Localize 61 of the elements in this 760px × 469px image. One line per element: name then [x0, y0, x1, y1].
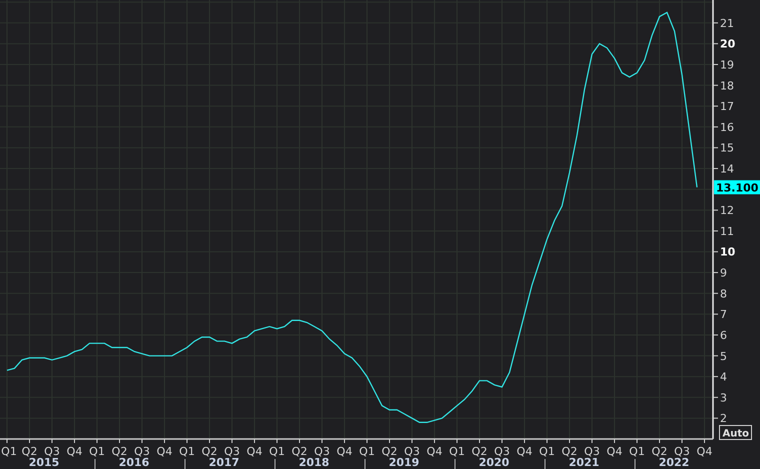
x-tick-label: Q3: [494, 445, 510, 458]
year-label: 2015: [28, 456, 60, 469]
x-tick-label: Q4: [516, 445, 532, 458]
y-tick-label: 9: [720, 266, 727, 280]
year-label: 2018: [298, 456, 330, 469]
x-tick-label: Q4: [156, 445, 172, 458]
x-tick-label: Q2: [472, 445, 488, 458]
y-tick-label: 14: [720, 162, 734, 176]
x-tick-label: Q3: [584, 445, 600, 458]
x-tick-label: Q1: [179, 445, 195, 458]
x-tick-label: Q2: [202, 445, 218, 458]
x-tick-label: Q1: [539, 445, 555, 458]
year-label: 2017: [208, 456, 240, 469]
x-tick-label: Q1: [89, 445, 105, 458]
y-tick-label: 12: [720, 204, 734, 218]
year-label: 2022: [658, 456, 690, 469]
x-tick-label: Q4: [336, 445, 352, 458]
x-tick-label: Q3: [674, 445, 690, 458]
x-tick-label: Q2: [382, 445, 398, 458]
x-tick-label: Q4: [696, 445, 712, 458]
x-tick-label: Q1: [449, 445, 465, 458]
x-tick-label: Q1: [269, 445, 285, 458]
y-tick-label: 4: [720, 370, 727, 384]
auto-scale-button[interactable]: Auto: [719, 425, 752, 440]
x-tick-label: Q3: [44, 445, 60, 458]
x-tick-label: Q1: [359, 445, 375, 458]
year-label: 2021: [568, 456, 600, 469]
x-tick-label: Q4: [66, 445, 82, 458]
x-tick-label: Q3: [134, 445, 150, 458]
y-tick-label: 17: [720, 100, 734, 114]
x-tick-label: Q4: [606, 445, 622, 458]
x-tick-label: Q3: [404, 445, 420, 458]
x-tick-label: Q2: [112, 445, 128, 458]
last-value-label: 13.100: [714, 180, 760, 194]
y-tick-label: 21: [720, 16, 734, 30]
year-label: 2020: [478, 456, 510, 469]
y-tick-label: 3: [720, 391, 727, 404]
x-tick-label: Q2: [292, 445, 308, 458]
x-tick-label: Q4: [426, 445, 442, 458]
y-tick-label: 8: [720, 287, 727, 300]
x-tick-label: Q1: [629, 445, 645, 458]
year-label: 2019: [388, 456, 420, 469]
year-label: 2016: [118, 456, 150, 469]
x-tick-label: Q2: [652, 445, 668, 458]
y-tick-label: 16: [720, 120, 734, 134]
x-tick-label: Q3: [224, 445, 240, 458]
x-tick-label: Q4: [246, 445, 262, 458]
y-tick-label: 2: [720, 412, 727, 426]
y-tick-label: 18: [720, 79, 734, 92]
y-tick-label: 19: [720, 58, 734, 72]
y-tick-label: 7: [720, 308, 727, 322]
y-tick-label: 6: [720, 328, 727, 342]
y-tick-label: 5: [720, 350, 727, 363]
y-tick-label: 15: [720, 142, 734, 155]
y-tick-label: 11: [720, 224, 734, 238]
x-tick-label: Q2: [562, 445, 578, 458]
x-tick-label: Q1: [1, 445, 17, 458]
x-tick-label: Q3: [314, 445, 330, 458]
y-tick-label: 20: [720, 38, 736, 51]
y-tick-label: 10: [720, 246, 736, 259]
x-tick-label: Q2: [22, 445, 38, 458]
